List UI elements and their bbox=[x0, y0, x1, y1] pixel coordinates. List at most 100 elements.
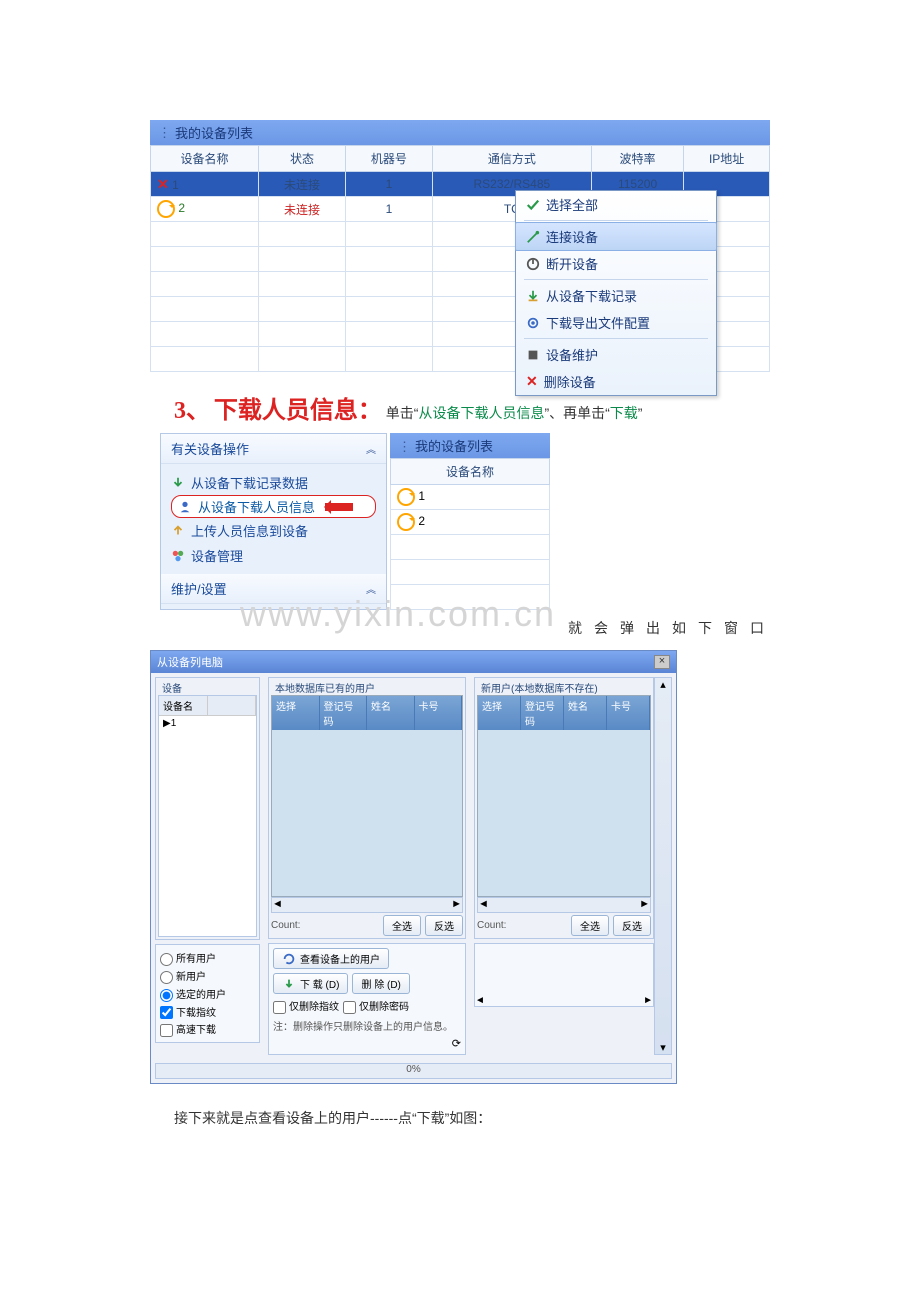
cell-machine: 1 bbox=[345, 197, 432, 222]
download-icon bbox=[282, 977, 296, 991]
cell: 2 bbox=[418, 514, 425, 528]
fieldset-legend: 设备 bbox=[158, 684, 186, 695]
cell-status: 未连接 bbox=[259, 172, 346, 197]
grip-icon: ⋮ bbox=[158, 125, 169, 141]
menu-label: 连接设备 bbox=[546, 227, 598, 246]
menu-label: 断开设备 bbox=[546, 254, 598, 273]
existing-users-grid[interactable]: 选择 登记号码 姓名 卡号 bbox=[271, 695, 463, 897]
device-select-list[interactable]: 设备名 ▶1 bbox=[158, 695, 257, 937]
collapse-icon[interactable]: ︽ bbox=[366, 441, 376, 456]
th-baud[interactable]: 波特率 bbox=[591, 146, 683, 172]
heading-link: 从设备下载人员信息 bbox=[418, 405, 544, 421]
mid-action-box: 查看设备上的用户 下 载 (D) 删 除 (D) 仅删除指纹 仅删除密码 注：删… bbox=[268, 943, 466, 1055]
hscrollbar[interactable]: ◄► bbox=[271, 897, 463, 913]
menu-separator bbox=[524, 338, 708, 339]
context-menu: 选择全部 连接设备 断开设备 从设备下载记录 下载导出文件配置 设备维护 ✕ 删… bbox=[515, 190, 717, 396]
side-link-device-mgmt[interactable]: 设备管理 bbox=[171, 543, 376, 568]
list-item[interactable]: 2 bbox=[391, 510, 550, 535]
view-device-users-button[interactable]: 查看设备上的用户 bbox=[273, 948, 389, 969]
checkbox-del-password[interactable]: 仅删除密码 bbox=[343, 998, 409, 1014]
menu-select-all[interactable]: 选择全部 bbox=[516, 191, 716, 218]
checkbox-download-fingerprint[interactable]: 下载指纹 bbox=[160, 1003, 255, 1021]
right-bottom-scroll[interactable]: ◄► bbox=[474, 943, 654, 1007]
refresh-icon bbox=[397, 513, 415, 531]
th-name[interactable]: 设备名称 bbox=[151, 146, 259, 172]
invert-button[interactable]: 反选 bbox=[613, 915, 651, 936]
side-header-operations[interactable]: 有关设备操作 ︽ bbox=[161, 434, 386, 464]
mini-titlebar: ⋮我的设备列表 bbox=[390, 433, 550, 458]
side-header-label: 维护/设置 bbox=[171, 579, 227, 598]
radio-all-users[interactable]: 所有用户 bbox=[160, 949, 255, 967]
th-status[interactable]: 状态 bbox=[259, 146, 346, 172]
side-link-download-users[interactable]: 从设备下载人员信息 bbox=[171, 495, 376, 518]
menu-label: 选择全部 bbox=[546, 195, 598, 214]
gcol-name: 姓名 bbox=[564, 696, 607, 730]
radio-new-users[interactable]: 新用户 bbox=[160, 967, 255, 985]
col-devicename: 设备名 bbox=[159, 696, 208, 716]
menu-download-records[interactable]: 从设备下载记录 bbox=[516, 282, 716, 309]
refresh-icon bbox=[282, 952, 296, 966]
side-header-maintain[interactable]: 维护/设置 ︽ bbox=[161, 574, 386, 604]
radio-selected-users[interactable]: 选定的用户 bbox=[160, 985, 255, 1003]
th-machine[interactable]: 机器号 bbox=[345, 146, 432, 172]
link-label: 设备管理 bbox=[191, 546, 243, 565]
menu-export-config[interactable]: 下载导出文件配置 bbox=[516, 309, 716, 336]
gcol-card: 卡号 bbox=[415, 696, 463, 730]
menu-delete[interactable]: ✕ 删除设备 bbox=[516, 368, 716, 395]
table-header-row: 设备名称 状态 机器号 通信方式 波特率 IP地址 bbox=[151, 146, 770, 172]
collapse-icon[interactable]: ︽ bbox=[366, 581, 376, 596]
new-users-grid[interactable]: 选择 登记号码 姓名 卡号 bbox=[477, 695, 651, 897]
link-label: 从设备下载记录数据 bbox=[191, 473, 308, 492]
heading-title: 下载人员信息： bbox=[214, 397, 382, 424]
checkbox-del-fingerprint[interactable]: 仅删除指纹 bbox=[273, 998, 339, 1014]
device-mgmt-icon bbox=[171, 549, 185, 563]
list-item[interactable]: 1 bbox=[391, 485, 550, 510]
download-button[interactable]: 下 载 (D) bbox=[273, 973, 348, 994]
vscrollbar[interactable]: ▴▾ bbox=[654, 677, 672, 1055]
cell-name: 1 bbox=[172, 178, 179, 192]
heading-number: 3、 bbox=[174, 398, 210, 424]
popup-intro-text: 就会弹出如下窗口 bbox=[150, 618, 770, 638]
heading-text: 单击“ bbox=[386, 405, 419, 421]
menu-disconnect[interactable]: 断开设备 bbox=[516, 250, 716, 277]
cell: 1 bbox=[418, 489, 425, 503]
dialog-titlebar: 从设备列电脑 × bbox=[151, 651, 676, 673]
select-all-button[interactable]: 全选 bbox=[571, 915, 609, 936]
maintain-icon bbox=[526, 348, 540, 362]
refresh-icon bbox=[157, 200, 175, 218]
side-link-upload-users[interactable]: 上传人员信息到设备 bbox=[171, 518, 376, 543]
progress-bar: 0% bbox=[155, 1063, 672, 1079]
delete-button[interactable]: 删 除 (D) bbox=[352, 973, 409, 994]
invert-button[interactable]: 反选 bbox=[425, 915, 463, 936]
user-filter-options: 所有用户 新用户 选定的用户 下载指纹 高速下载 bbox=[155, 944, 260, 1043]
delete-note: 注：删除操作只删除设备上的用户信息。 bbox=[273, 1018, 461, 1033]
progress-text: 0% bbox=[406, 1064, 420, 1075]
gcol-regno: 登记号码 bbox=[521, 696, 564, 730]
side-link-download-records[interactable]: 从设备下载记录数据 bbox=[171, 470, 376, 495]
dialog-mid-pane: 本地数据库已有的用户 选择 登记号码 姓名 卡号 ◄► Count: 全选 反选 bbox=[264, 673, 470, 1059]
user-download-icon bbox=[178, 500, 192, 514]
titlebar-device-list: ⋮ 我的设备列表 bbox=[150, 120, 770, 145]
menu-label: 设备维护 bbox=[546, 345, 598, 364]
dialog-left-pane: 设备 设备名 ▶1 所有用户 新用户 选定的用户 下载指纹 高速下载 bbox=[151, 673, 264, 1059]
menu-label: 从设备下载记录 bbox=[546, 286, 637, 305]
mini-th[interactable]: 设备名称 bbox=[391, 459, 550, 485]
checkbox-fast-download[interactable]: 高速下载 bbox=[160, 1020, 255, 1038]
connect-icon bbox=[526, 230, 540, 244]
heading-text: ” bbox=[638, 405, 643, 421]
heading-link: 下载 bbox=[610, 405, 638, 421]
th-comm[interactable]: 通信方式 bbox=[432, 146, 591, 172]
cell-status: 未连接 bbox=[259, 197, 346, 222]
list-item[interactable]: ▶1 bbox=[159, 716, 256, 731]
close-icon[interactable]: × bbox=[654, 655, 670, 669]
expand-icon[interactable]: ⟳ bbox=[452, 1037, 461, 1050]
heading-text: ”、再单击“ bbox=[544, 405, 609, 421]
menu-maintain[interactable]: 设备维护 bbox=[516, 341, 716, 368]
cell-machine: 1 bbox=[345, 172, 432, 197]
menu-connect[interactable]: 连接设备 bbox=[515, 222, 717, 251]
hscrollbar[interactable]: ◄► bbox=[477, 897, 651, 913]
select-all-button[interactable]: 全选 bbox=[383, 915, 421, 936]
th-ip[interactable]: IP地址 bbox=[684, 146, 770, 172]
menu-separator bbox=[524, 279, 708, 280]
link-label: 从设备下载人员信息 bbox=[198, 497, 315, 516]
